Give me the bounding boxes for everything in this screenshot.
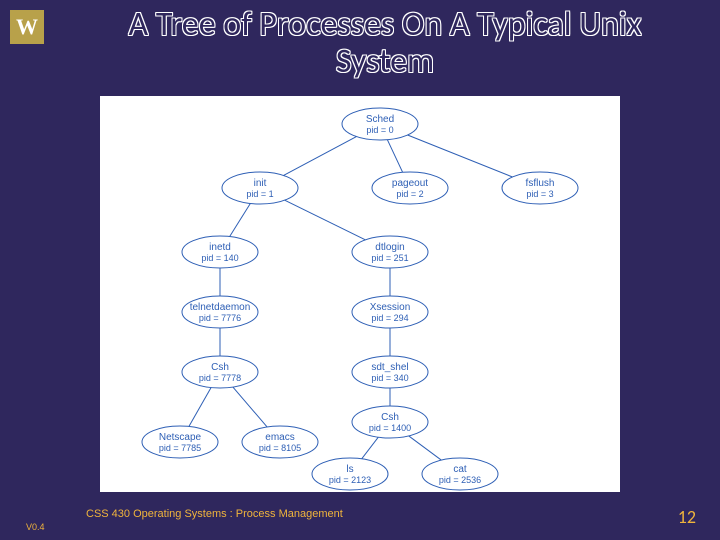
svg-text:pid = 251: pid = 251: [371, 253, 408, 263]
svg-text:Csh: Csh: [381, 412, 399, 423]
svg-text:pid = 7785: pid = 7785: [159, 443, 201, 453]
svg-text:telnetdaemon: telnetdaemon: [190, 302, 251, 313]
footer-course: CSS 430 Operating Systems : Process Mana…: [86, 508, 343, 520]
process-node-csh2: Cshpid = 1400: [352, 406, 428, 438]
edge-init-dtlogin: [285, 200, 366, 240]
svg-text:Csh: Csh: [211, 362, 229, 373]
svg-text:ls: ls: [346, 464, 353, 475]
edge-sched-pageout: [387, 140, 402, 173]
process-node-init: initpid = 1: [222, 172, 298, 204]
svg-text:pid = 0: pid = 0: [366, 125, 393, 135]
edge-csh1-emacs: [233, 387, 267, 427]
process-node-sdtshel: sdt_shelpid = 340: [352, 356, 428, 388]
process-node-pageout: pageoutpid = 2: [372, 172, 448, 204]
svg-text:cat: cat: [453, 464, 467, 475]
process-tree-diagram: Schedpid = 0 initpid = 1 pageoutpid = 2 fsf…: [100, 96, 620, 492]
svg-text:sdt_shel: sdt_shel: [371, 362, 408, 373]
footer-page-number: 12: [678, 506, 696, 528]
edge-init-inetd: [230, 203, 251, 236]
svg-text:pid = 1: pid = 1: [246, 189, 273, 199]
process-node-sched: Schedpid = 0: [342, 108, 418, 140]
edge-csh2-cat: [409, 436, 442, 460]
svg-text:pid = 2123: pid = 2123: [329, 475, 371, 485]
uw-logo: W: [10, 10, 44, 44]
svg-text:pid = 140: pid = 140: [201, 253, 238, 263]
footer-version: V0.4: [26, 522, 45, 532]
svg-text:pid = 2: pid = 2: [396, 189, 423, 199]
process-tree-svg: Schedpid = 0 initpid = 1 pageoutpid = 2 fsf…: [100, 96, 620, 492]
uw-logo-letter: W: [16, 14, 38, 40]
svg-text:pid = 1400: pid = 1400: [369, 423, 411, 433]
svg-text:Sched: Sched: [366, 114, 394, 125]
edge-csh2-ls: [362, 437, 379, 459]
process-node-xsession: Xsessionpid = 294: [352, 296, 428, 328]
svg-text:pid = 340: pid = 340: [371, 373, 408, 383]
process-node-cat: catpid = 2536: [422, 458, 498, 490]
svg-text:dtlogin: dtlogin: [375, 242, 404, 253]
svg-text:fsflush: fsflush: [526, 178, 555, 189]
process-node-telnetd: telnetdaemonpid = 7776: [182, 296, 258, 328]
svg-text:emacs: emacs: [265, 432, 294, 443]
svg-text:pid = 2536: pid = 2536: [439, 475, 481, 485]
svg-text:init: init: [254, 178, 267, 189]
edge-csh1-netscape: [189, 388, 211, 427]
svg-text:Xsession: Xsession: [370, 302, 411, 313]
svg-text:pid = 8105: pid = 8105: [259, 443, 301, 453]
edge-sched-init: [284, 137, 357, 176]
process-node-ls: lspid = 2123: [312, 458, 388, 490]
svg-text:pageout: pageout: [392, 178, 428, 189]
process-node-fsflush: fsflushpid = 3: [502, 172, 578, 204]
process-node-dtlogin: dtloginpid = 251: [352, 236, 428, 268]
svg-text:pid = 294: pid = 294: [371, 313, 408, 323]
svg-text:inetd: inetd: [209, 242, 231, 253]
process-node-inetd: inetdpid = 140: [182, 236, 258, 268]
process-node-csh1: Cshpid = 7778: [182, 356, 258, 388]
svg-text:Netscape: Netscape: [159, 432, 202, 443]
process-node-netscape: Netscapepid = 7785: [142, 426, 218, 458]
svg-text:pid = 7778: pid = 7778: [199, 373, 241, 383]
edge-sched-fsflush: [408, 135, 513, 177]
process-node-emacs: emacspid = 8105: [242, 426, 318, 458]
slide-title: A Tree of Processes On A Typical Unix Sy…: [80, 6, 690, 81]
svg-text:pid = 7776: pid = 7776: [199, 313, 241, 323]
svg-text:pid = 3: pid = 3: [526, 189, 553, 199]
